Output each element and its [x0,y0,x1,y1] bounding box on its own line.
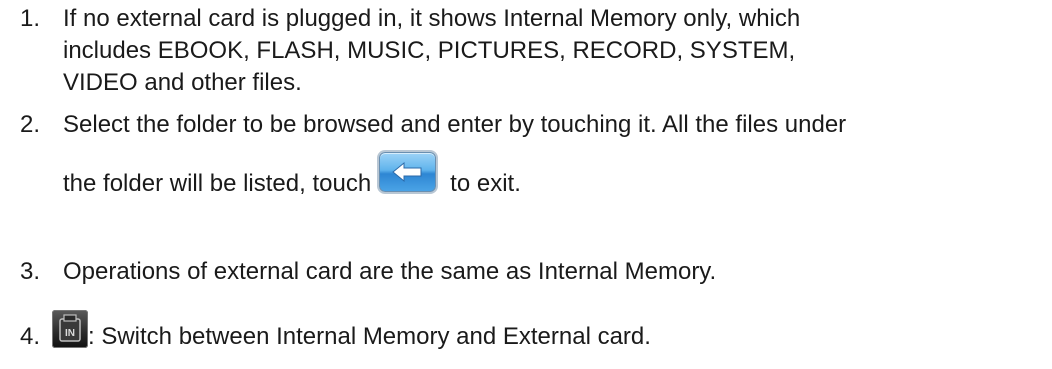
list-item-text: If no external card is plugged in, it sh… [63,3,1048,99]
list-number: 2. [20,111,41,138]
text-line: includes EBOOK, FLASH, MUSIC, PICTURES, … [63,37,796,64]
text-fragment: to exit. [450,170,521,197]
list-number: 4. [20,323,41,350]
list-number: 1. [20,5,41,32]
back-arrow-button-icon [379,152,437,192]
list-item-text: Select the folder to be browsed and ente… [63,109,1048,197]
text-line: If no external card is plugged in, it sh… [63,5,801,32]
text-line: : Switch between Internal Memory and Ext… [88,323,651,350]
svg-text:IN: IN [65,328,75,339]
list-number: 3. [20,258,41,285]
sd-card-switch-icon: IN [52,310,88,348]
text-line: Select the folder to be browsed and ente… [63,111,847,138]
list-item-text: Operations of external card are the same… [63,256,1048,288]
text-line: VIDEO and other files. [63,69,302,96]
list-item-text: : Switch between Internal Memory and Ext… [88,321,1052,353]
text-line: Operations of external card are the same… [63,258,717,285]
text-fragment: the folder will be listed, touch [63,170,372,197]
text-line: the folder will be listed, touch to exit… [63,152,521,204]
